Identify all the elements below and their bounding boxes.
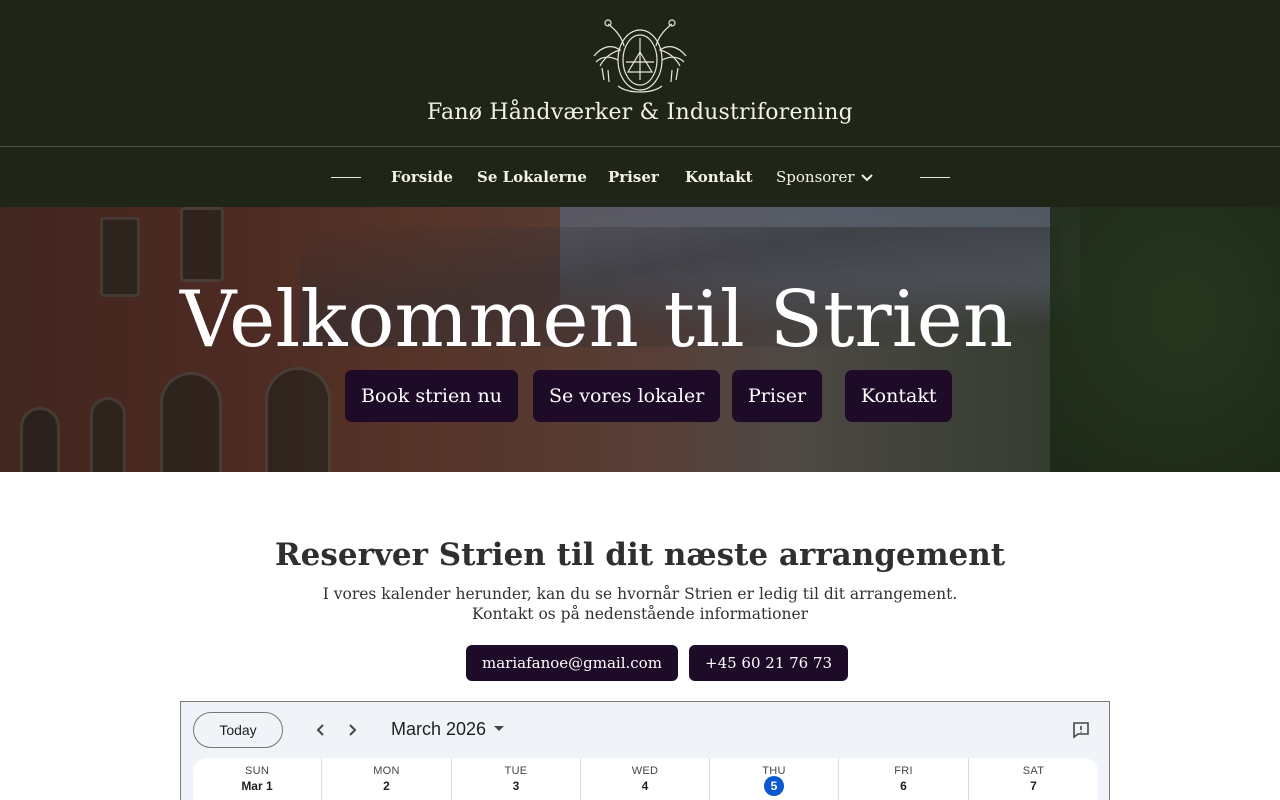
book-strien-button[interactable]: Book strien nu <box>345 370 518 422</box>
today-date-badge: 5 <box>764 776 784 796</box>
calendar-day-of-week: FRI <box>894 765 913 777</box>
calendar-date: 3 <box>512 779 520 793</box>
calendar-day-of-week: MON <box>373 765 400 777</box>
calendar-date: Mar 1 <box>241 779 273 793</box>
caret-down-icon <box>494 726 505 732</box>
nav-divider-left <box>331 177 361 178</box>
reserve-text-line1: I vores kalender herunder, kan du se hvo… <box>322 585 958 603</box>
calendar-date: 2 <box>383 779 390 793</box>
main-navigation: Forside Se Lokalerne Priser Kontakt Spon… <box>0 146 1280 207</box>
calendar-day-column[interactable]: SAT 7 <box>969 758 1098 800</box>
site-header: Fanø Håndværker & Industriforening <box>0 0 1280 146</box>
nav-item-forside[interactable]: Forside <box>391 166 453 188</box>
nav-item-sponsorer-label: Sponsorer <box>776 168 855 186</box>
nav-item-sponsorer[interactable]: Sponsorer <box>776 166 873 188</box>
feedback-icon[interactable] <box>1071 720 1091 740</box>
nav-item-se-lokalerne[interactable]: Se Lokalerne <box>477 166 587 188</box>
calendar-day-column[interactable]: MON 2 <box>322 758 452 800</box>
chevron-left-icon[interactable] <box>311 720 331 740</box>
calendar-day-column[interactable]: FRI 6 <box>839 758 969 800</box>
calendar-date: 6 <box>900 779 907 793</box>
nav-item-priser[interactable]: Priser <box>608 166 659 188</box>
calendar-day-column[interactable]: TUE 3 <box>452 758 581 800</box>
calendar-embed: Today March 2026 SUN Mar 1 MON 2 TUE 3 W… <box>180 701 1110 800</box>
se-vores-lokaler-button[interactable]: Se vores lokaler <box>533 370 721 422</box>
phone-button[interactable]: +45 60 21 76 73 <box>689 645 849 681</box>
calendar-month-selector[interactable]: March 2026 <box>391 719 505 740</box>
calendar-day-of-week: WED <box>631 765 659 777</box>
calendar-date: 4 <box>641 779 649 793</box>
reserve-text-line2: Kontakt os på nedenstående informationer <box>471 605 809 623</box>
calendar-day-column-today[interactable]: THU 5 <box>710 758 839 800</box>
calendar-today-button[interactable]: Today <box>193 712 283 748</box>
calendar-day-column[interactable]: WED 4 <box>581 758 710 800</box>
calendar-day-of-week: SAT <box>1022 765 1045 777</box>
calendar-month-label: March 2026 <box>391 719 487 739</box>
nav-divider-right <box>920 177 950 178</box>
calendar-day-of-week: SUN <box>244 765 270 777</box>
calendar-day-of-week: TUE <box>504 765 528 777</box>
priser-button[interactable]: Priser <box>732 370 823 422</box>
chevron-right-icon[interactable] <box>342 720 362 740</box>
chevron-down-icon <box>860 166 873 188</box>
calendar-week-grid: SUN Mar 1 MON 2 TUE 3 WED 4 THU 5 FRI 6 … <box>193 758 1098 800</box>
calendar-date: 7 <box>1030 779 1037 793</box>
nav-item-kontakt[interactable]: Kontakt <box>685 166 753 188</box>
calendar-day-column[interactable]: SUN Mar 1 <box>193 758 322 800</box>
email-button[interactable]: mariafanoe@gmail.com <box>466 645 678 681</box>
calendar-date-today: 5 <box>710 776 838 796</box>
reserve-title: Reserver Strien til dit næste arrangemen… <box>274 537 1006 573</box>
calendar-event[interactable] <box>722 796 822 800</box>
logo-emblem-icon[interactable] <box>588 16 692 98</box>
site-title[interactable]: Fanø Håndværker & Industriforening <box>0 100 1280 125</box>
hero-banner: Velkommen til Strien Book strien nu Se v… <box>0 207 1280 472</box>
hero-title: Velkommen til Strien <box>180 275 1014 365</box>
kontakt-button[interactable]: Kontakt <box>845 370 953 422</box>
